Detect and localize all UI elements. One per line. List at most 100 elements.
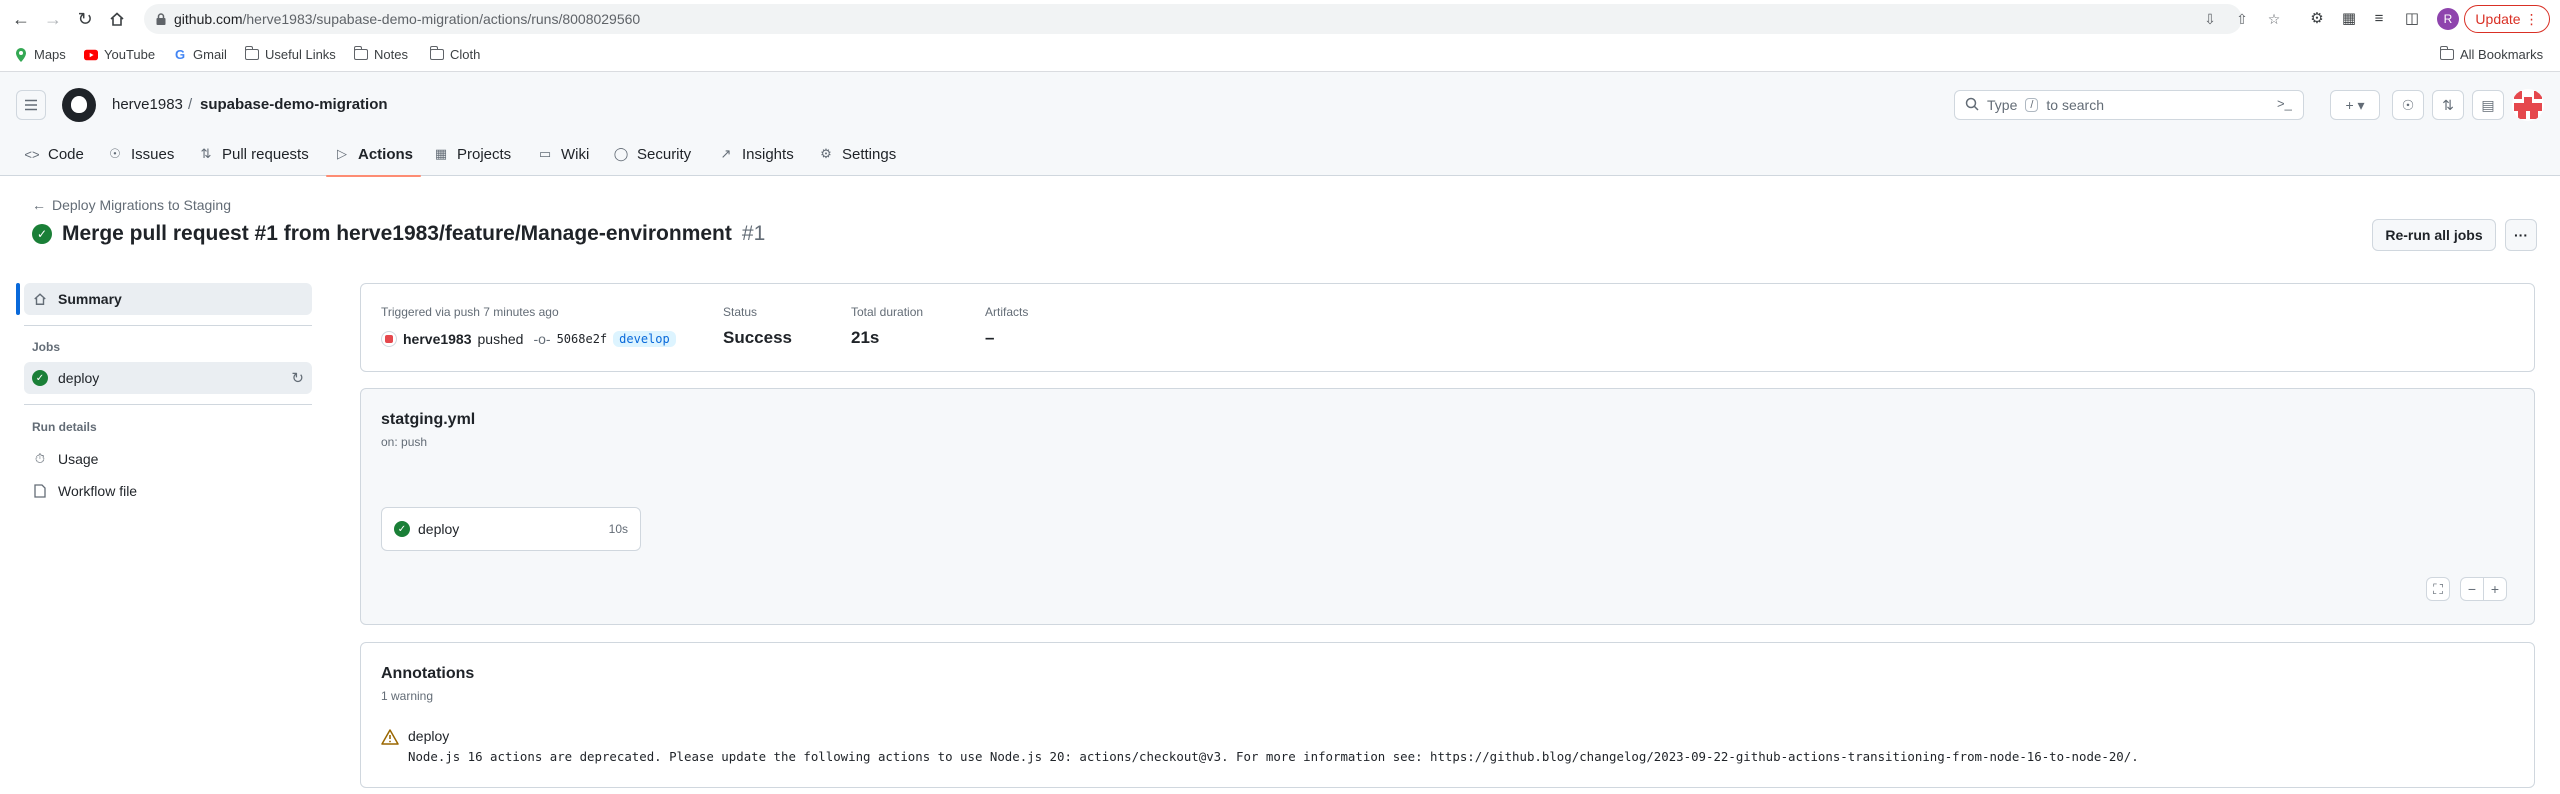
sidebar-divider	[24, 325, 312, 326]
github-header: herve1983 / supabase-demo-migration Type…	[0, 72, 2560, 177]
home-icon	[32, 291, 48, 307]
duration-label: Total duration	[851, 305, 924, 319]
folder-icon	[244, 46, 259, 62]
annotations-count: 1 warning	[381, 689, 434, 703]
fullscreen-button[interactable]: ⛶	[2426, 577, 2450, 601]
rerun-job-icon[interactable]: ↻	[291, 369, 304, 387]
extensions-icon[interactable]: ⚙	[2308, 9, 2326, 27]
cast-icon[interactable]: ▦	[2340, 9, 2358, 27]
tab-code[interactable]: <> Code	[24, 132, 83, 176]
tab-insights[interactable]: ↗ Insights	[718, 132, 794, 176]
sidebar-item-workflow-file[interactable]: Workflow file	[24, 475, 312, 507]
bookmark-youtube[interactable]: YouTube	[84, 47, 155, 62]
reload-icon[interactable]: ↻	[74, 8, 96, 30]
annotation-job-link[interactable]: deploy	[408, 728, 449, 744]
workflow-trigger: on: push	[381, 435, 428, 449]
bookmark-useful-links[interactable]: Useful Links	[244, 46, 336, 62]
issue-icon: ☉	[109, 146, 121, 161]
sidebar-item-deploy-job[interactable]: ✓ deploy ↻	[24, 362, 312, 394]
triggered-text: Triggered via push 7 minutes ago	[381, 305, 559, 319]
command-palette-icon[interactable]: >_	[2277, 96, 2295, 114]
gear-icon: ⚙	[820, 146, 832, 161]
commit-sha-link[interactable]: 5068e2f	[557, 332, 608, 346]
code-icon: <>	[24, 146, 40, 162]
all-bookmarks[interactable]: All Bookmarks	[2439, 46, 2543, 62]
run-number: #1	[741, 222, 766, 245]
bookmark-cloth[interactable]: Cloth	[429, 46, 480, 62]
duration-value: 21s	[851, 328, 880, 347]
artifacts-label: Artifacts	[985, 305, 1029, 319]
tab-settings[interactable]: ⚙ Settings	[818, 132, 896, 176]
more-options-button[interactable]: ···	[2505, 219, 2537, 251]
sidebar-divider	[24, 404, 312, 405]
rerun-all-jobs-button[interactable]: Re-run all jobs	[2372, 219, 2496, 251]
pull-requests-button[interactable]: ⇅	[2432, 90, 2464, 120]
sidebar-item-usage[interactable]: ⏱ Usage	[24, 443, 312, 475]
zoom-in-button[interactable]: +	[2483, 577, 2507, 601]
share-icon[interactable]: ⇧	[2234, 11, 2250, 27]
github-logo-icon[interactable]	[62, 88, 96, 122]
workflow-graph-card: statging.yml on: push ✓ deploy 10s ⛶ − +	[360, 388, 2535, 625]
run-details-heading: Run details	[32, 420, 97, 434]
folder-icon	[2439, 46, 2454, 62]
file-icon	[32, 483, 48, 499]
bookmarks-bar: Maps YouTube G Gmail Useful Links Notes …	[0, 38, 2560, 72]
status-value: Success	[723, 328, 792, 347]
search-icon	[1965, 97, 1979, 114]
browser-toolbar: ← → ↻ github.com/herve1983/supabase-demo…	[0, 0, 2560, 38]
create-new-button[interactable]: + ▾	[2330, 90, 2380, 120]
repo-owner-link[interactable]: herve1983	[112, 96, 183, 113]
bookmark-maps[interactable]: Maps	[14, 47, 66, 62]
bookmark-notes[interactable]: Notes	[353, 46, 408, 62]
plus-icon: + ▾	[2345, 96, 2365, 113]
warning-icon	[381, 729, 399, 745]
annotations-title: Annotations	[381, 665, 475, 682]
folder-icon	[429, 46, 444, 62]
tab-security[interactable]: ◯ Security	[613, 132, 691, 176]
menu-button[interactable]	[16, 90, 46, 120]
star-icon[interactable]: ☆	[2266, 11, 2282, 27]
address-bar[interactable]: github.com/herve1983/supabase-demo-migra…	[144, 4, 2280, 34]
actor-link[interactable]: herve1983	[403, 331, 472, 347]
more-vert-icon: ⋮	[2524, 10, 2539, 27]
annotation-message: Node.js 16 actions are deprecated. Pleas…	[408, 749, 2139, 764]
youtube-icon	[84, 48, 98, 62]
issues-button[interactable]: ☉	[2392, 90, 2424, 120]
home-icon[interactable]	[106, 8, 128, 30]
media-icon[interactable]: ≡	[2370, 9, 2388, 27]
stopwatch-icon: ⏱	[34, 451, 46, 466]
inbox-button[interactable]: ▤	[2472, 90, 2504, 120]
side-panel-icon[interactable]: ◫	[2403, 9, 2421, 27]
user-avatar[interactable]	[2512, 89, 2544, 121]
tab-pull-requests[interactable]: ⇅ Pull requests	[198, 132, 309, 176]
forward-icon[interactable]: →	[42, 8, 64, 30]
status-label: Status	[723, 305, 758, 319]
kebab-horizontal-icon: ···	[2514, 227, 2528, 243]
job-node-deploy[interactable]: ✓ deploy 10s	[381, 507, 641, 551]
back-to-workflow-link[interactable]: ← Deploy Migrations to Staging	[32, 197, 231, 213]
minus-icon: −	[2467, 581, 2477, 597]
sidebar-item-summary[interactable]: Summary	[24, 283, 312, 315]
install-icon[interactable]: ⇩	[2202, 11, 2218, 27]
jobs-heading: Jobs	[32, 340, 61, 354]
graph-icon: ↗	[720, 146, 732, 161]
branch-badge[interactable]: develop	[613, 331, 676, 347]
search-placeholder-pre: Type	[1987, 97, 2018, 113]
repo-name-link[interactable]: supabase-demo-migration	[200, 96, 388, 113]
issue-circle-icon: ☉	[2401, 96, 2415, 113]
shield-icon: ◯	[613, 146, 629, 161]
bookmark-gmail[interactable]: G Gmail	[173, 47, 227, 62]
tab-issues[interactable]: ☉ Issues	[107, 132, 174, 176]
back-icon[interactable]: ←	[10, 8, 32, 30]
hamburger-icon	[25, 99, 37, 111]
profile-avatar[interactable]: R	[2437, 8, 2459, 30]
job-node-duration: 10s	[608, 522, 628, 536]
tab-wiki[interactable]: ▭ Wiki	[537, 132, 589, 176]
zoom-out-button[interactable]: −	[2460, 577, 2484, 601]
run-summary-card: Triggered via push 7 minutes ago herve19…	[360, 283, 2535, 372]
arrow-left-icon: ←	[32, 197, 46, 213]
tab-actions[interactable]: ▷ Actions	[325, 132, 422, 177]
search-input[interactable]: Type / to search >_	[1954, 90, 2304, 120]
tab-projects[interactable]: ▦ Projects	[433, 132, 511, 176]
update-button[interactable]: Update ⋮	[2464, 5, 2550, 33]
